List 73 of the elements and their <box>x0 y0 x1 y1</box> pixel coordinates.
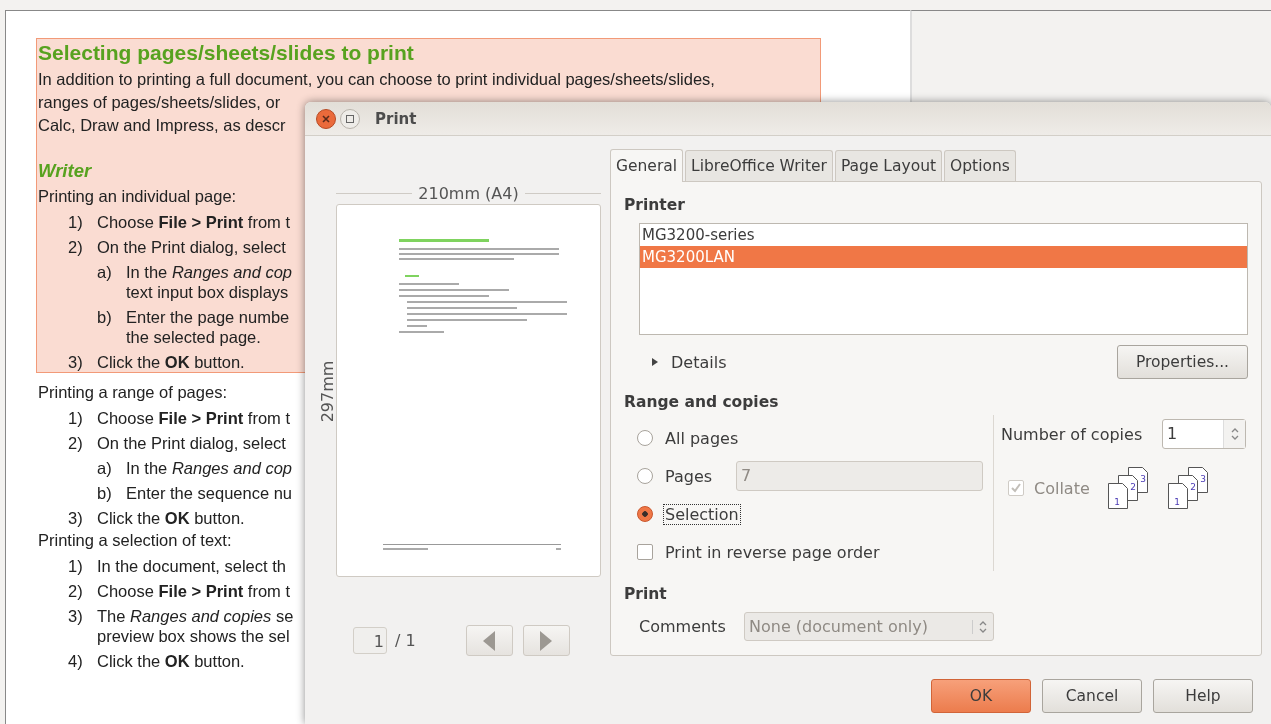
section-heading: Range and copies <box>624 393 780 411</box>
list-number: b) <box>97 483 113 503</box>
option-label[interactable]: Pages <box>664 466 714 486</box>
list-number: b) <box>97 307 113 328</box>
list-number: 3) <box>68 606 84 627</box>
list-item-text: Click the OK button. <box>97 651 245 671</box>
list-number: 4) <box>68 651 84 671</box>
tab[interactable]: LibreOffice Writer <box>685 150 833 181</box>
list-item-text: Click the OK button. <box>97 508 245 528</box>
list-item-text: Click the OK button. <box>97 352 245 372</box>
list-item-text: On the Print dialog, select <box>97 433 286 453</box>
document-text: ranges of pages/sheets/slides, or <box>38 92 281 113</box>
document-text: Printing an individual page: <box>38 186 237 207</box>
details-expander[interactable]: Details <box>651 352 727 372</box>
comments-label: Comments <box>639 617 727 636</box>
previous-icon <box>482 629 497 652</box>
maximize-icon[interactable] <box>340 108 360 129</box>
collate-label: Collate <box>1034 478 1091 498</box>
dialog-button[interactable]: OK <box>931 679 1031 713</box>
list-item-text: On the Print dialog, select <box>97 237 286 257</box>
spin-arrows-icon[interactable] <box>1230 427 1239 441</box>
page-width-label: 210mm (A4) <box>418 184 519 204</box>
list-number: 3) <box>68 352 84 372</box>
list-item-text: In the document, select th <box>97 556 286 576</box>
option-label[interactable]: All pages <box>664 428 740 448</box>
section-heading: Print <box>624 585 668 603</box>
previous-page-button[interactable] <box>465 625 513 656</box>
list-item-text: In the Ranges and cop text input box displays <box>126 262 293 302</box>
checkbox[interactable] <box>637 544 653 560</box>
document-text: Printing a selection of text: <box>38 530 232 551</box>
option-label[interactable]: Selection <box>664 504 740 524</box>
list-number: 1) <box>68 212 84 232</box>
list-number: 2) <box>68 581 84 601</box>
section-heading: Printer <box>624 196 686 214</box>
list-item-text: Enter the page numbe the selected page. <box>126 307 290 347</box>
list-number: 2) <box>68 237 84 257</box>
copies-field[interactable]: 1 <box>1162 419 1246 449</box>
copies-label: Number of copies <box>1001 424 1143 444</box>
tab[interactable]: Options <box>944 150 1016 181</box>
next-icon <box>539 629 554 652</box>
document-subheading: Writer <box>38 159 92 183</box>
radio-button[interactable] <box>637 468 653 484</box>
dialog-button[interactable]: Cancel <box>1042 679 1142 713</box>
printer-item[interactable]: MG3200-series <box>640 224 1247 246</box>
list-number: 3) <box>68 508 84 528</box>
list-number: a) <box>97 262 113 283</box>
expander-icon <box>651 357 659 367</box>
radio-button[interactable] <box>637 506 653 522</box>
tab[interactable]: Page Layout <box>834 150 943 181</box>
tab[interactable]: General <box>610 149 684 182</box>
document-heading: Selecting pages/sheets/slides to print <box>38 40 414 66</box>
list-item-text: Choose File > Print from t <box>97 408 291 428</box>
window-title: Print <box>375 109 417 128</box>
page-height-label: 297mm <box>318 360 338 422</box>
list-number: 1) <box>68 556 84 576</box>
document-text: Calc, Draw and Impress, as descr <box>38 115 286 136</box>
document-text: In addition to printing a full document, you can choose to print individual pages/sheets/slides, <box>38 69 715 90</box>
list-item-text: In the Ranges and cop <box>126 458 293 478</box>
next-page-button[interactable] <box>522 625 570 656</box>
page-number-field[interactable]: 1 <box>353 627 387 654</box>
dialog-button[interactable]: Help <box>1153 679 1253 713</box>
list-item-text: Choose File > Print from t <box>97 212 291 232</box>
page-count: / 1 <box>395 631 416 650</box>
list-number: 1) <box>68 408 84 428</box>
list-item-text: Choose File > Print from t <box>97 581 291 601</box>
close-icon[interactable] <box>316 108 336 129</box>
radio-button[interactable] <box>637 430 653 446</box>
list-item-text: Enter the sequence nu <box>126 483 293 503</box>
option-label[interactable]: Print in reverse page order <box>664 542 881 562</box>
list-number: a) <box>97 458 113 478</box>
list-number: 2) <box>68 433 84 453</box>
properties-button[interactable]: Properties... <box>1117 345 1248 379</box>
document-text: Printing a range of pages: <box>38 382 227 403</box>
